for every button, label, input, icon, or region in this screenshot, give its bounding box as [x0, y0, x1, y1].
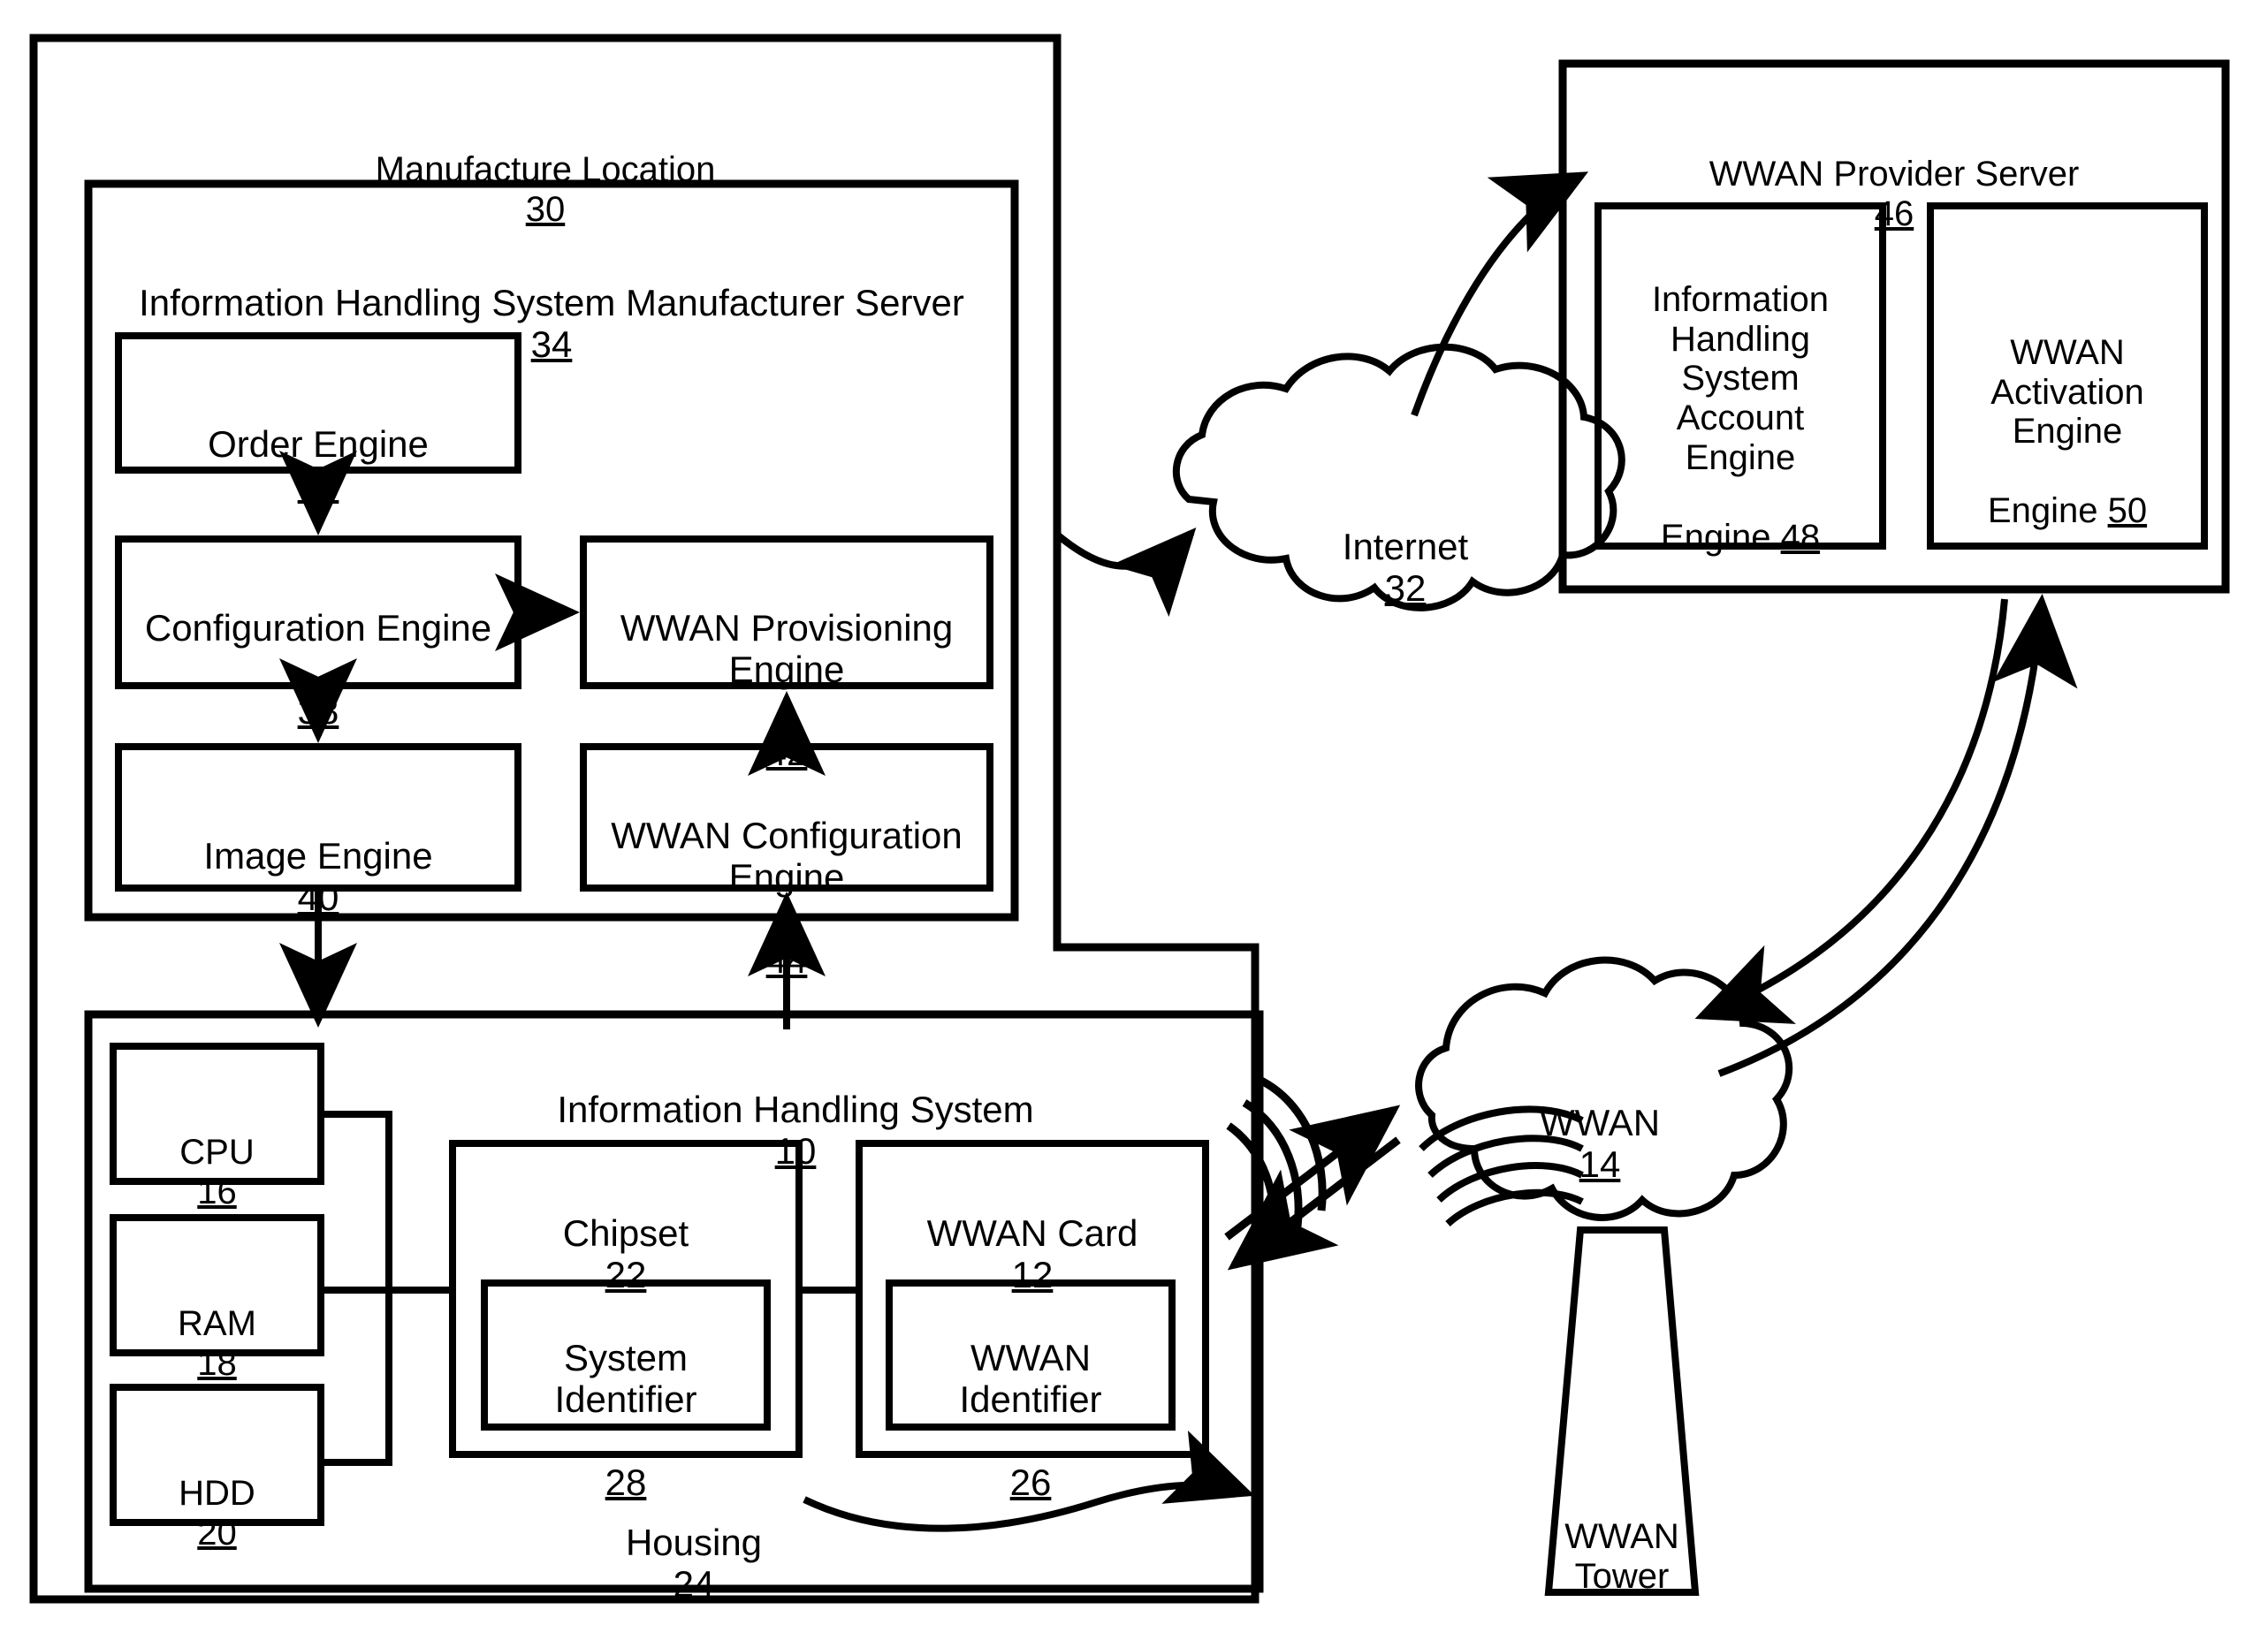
configuration-engine-box — [115, 535, 521, 689]
order-engine-box — [115, 332, 521, 474]
housing-pointer-arrow — [803, 1431, 1255, 1532]
manufacture-location-border — [29, 34, 1260, 1604]
chipset-box — [449, 1140, 803, 1458]
ram-box — [110, 1214, 324, 1356]
bus-cpu — [321, 1111, 392, 1290]
connector-manufacturer-to-internet — [1054, 528, 1197, 618]
wwan-provisioning-engine-box — [580, 535, 993, 689]
wwan-provider-server-border — [1558, 59, 2230, 594]
ihs-account-engine-box — [1594, 202, 1886, 550]
image-engine-box — [115, 743, 521, 892]
diagram-vector-layer — [29, 34, 2230, 1604]
arrow-provider-to-wwan-down — [1694, 598, 2008, 1024]
cpu-box — [110, 1043, 324, 1185]
internet-cloud-shape — [1172, 343, 1625, 611]
wwan-activation-engine-box — [1927, 202, 2208, 550]
wwan-card-box — [856, 1140, 1209, 1458]
figure-canvas: Manufacture Location 30 Information Hand… — [0, 0, 2268, 1640]
tower-wave-4 — [1445, 1188, 1584, 1226]
wwan-tower-shape — [1544, 1226, 1700, 1596]
manufacturer-server-border — [84, 179, 1019, 922]
bus-hdd — [321, 1290, 392, 1466]
hdd-box — [110, 1384, 324, 1526]
wwan-identifier-box — [886, 1279, 1176, 1431]
wwan-configuration-engine-box — [580, 743, 993, 892]
system-identifier-box — [481, 1279, 771, 1431]
